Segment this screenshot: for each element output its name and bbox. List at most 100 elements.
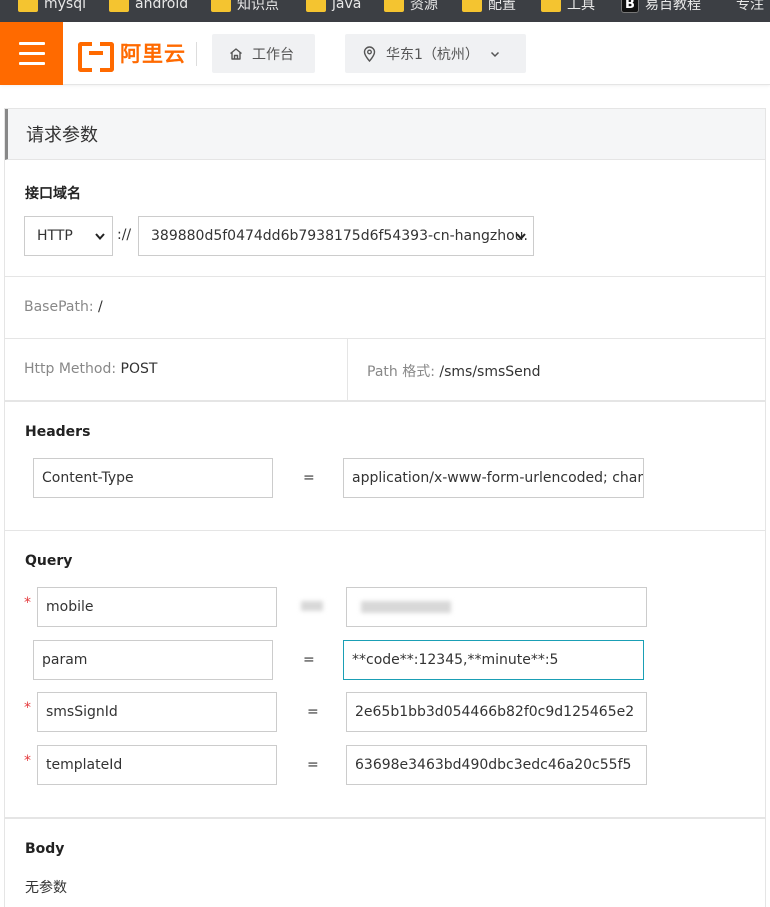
aliyun-logo-icon: [78, 42, 114, 72]
protocol-separator: ://: [117, 227, 132, 243]
query-key-value: mobile: [46, 599, 94, 615]
divider: [5, 400, 765, 402]
query-key-input-param[interactable]: param: [33, 640, 273, 680]
top-nav: 阿里云 工作台 华东1（杭州）: [0, 22, 770, 85]
folder-icon: [109, 0, 129, 12]
folder-icon: [211, 0, 231, 12]
body-section-title: Body: [25, 841, 65, 857]
chevron-down-icon: [515, 230, 527, 242]
equals-sign: =: [307, 757, 319, 773]
basepath-info: BasePath: /: [24, 299, 103, 315]
folder-icon: [18, 0, 38, 12]
query-key-input-mobile[interactable]: mobile: [37, 587, 277, 627]
header-key-input[interactable]: Content-Type: [33, 458, 273, 498]
panel-title: 请求参数: [5, 109, 765, 160]
workbench-button[interactable]: 工作台: [212, 34, 315, 73]
bookmark-knowledge[interactable]: 知识点: [211, 0, 279, 16]
bookmark-focus[interactable]: 专注: [736, 0, 764, 16]
hamburger-icon: [19, 42, 45, 45]
protocol-select[interactable]: HTTP: [24, 216, 113, 256]
bookmark-label: 易百教程: [645, 0, 701, 13]
folder-icon: [384, 0, 404, 12]
query-key-input-smssignid[interactable]: smsSignId: [37, 692, 277, 732]
brand-logo[interactable]: 阿里云: [78, 38, 186, 72]
bookmark-resources[interactable]: 资源: [384, 0, 438, 16]
domain-section-title: 接口域名: [25, 186, 81, 202]
folder-icon: [462, 0, 482, 12]
path-format-value: /sms/smsSend: [439, 364, 541, 380]
chevron-down-icon: [94, 230, 106, 242]
query-value-input-param[interactable]: **code**:12345,**minute**:5: [343, 640, 644, 680]
equals-sign: =: [303, 470, 315, 486]
query-key-value: param: [42, 652, 88, 668]
http-method-info: Http Method: POST: [24, 361, 157, 377]
bookmark-java[interactable]: java: [306, 0, 361, 16]
bookmark-label: mysql: [44, 0, 86, 12]
query-value-text: 63698e3463bd490dbc3edc46a20c55f5: [355, 757, 632, 773]
bookmark-tools[interactable]: 工具: [541, 0, 595, 16]
redacted-value: [361, 601, 451, 613]
bookmark-config[interactable]: 配置: [462, 0, 516, 16]
bookmark-label: 专注: [736, 0, 764, 13]
divider: [5, 530, 765, 531]
query-key-value: templateId: [46, 757, 123, 773]
query-value-input-smssignid[interactable]: 2e65b1bb3d054466b82f0c9d125465e2: [346, 692, 647, 732]
equals-sign: =: [303, 652, 315, 668]
brand-name: 阿里云: [120, 42, 186, 66]
chevron-down-icon: [489, 48, 501, 60]
region-selector[interactable]: 华东1（杭州）: [345, 34, 526, 73]
home-icon: [229, 47, 243, 61]
path-format-label: Path 格式:: [367, 364, 435, 380]
bookmark-mysql[interactable]: mysql: [18, 0, 86, 16]
bookmark-label: 配置: [488, 0, 516, 13]
header-value-input[interactable]: application/x-www-form-urlencoded; chars: [343, 458, 644, 498]
divider: [5, 276, 765, 277]
bookmark-android[interactable]: android: [109, 0, 188, 16]
header-key-value: Content-Type: [42, 470, 134, 486]
equals-sign: =: [307, 704, 319, 720]
bookmark-yibai[interactable]: B 易百教程: [621, 0, 701, 16]
query-key-value: smsSignId: [46, 704, 118, 720]
b-logo-icon: B: [621, 0, 639, 13]
folder-icon: [541, 0, 561, 12]
request-params-panel: 请求参数 接口域名 HTTP :// 389880d5f0474dd6b7938…: [4, 108, 766, 907]
domain-select[interactable]: 389880d5f0474dd6b7938175d6f54393-cn-hang…: [138, 216, 534, 256]
divider-vertical: [347, 339, 348, 401]
basepath-label: BasePath:: [24, 299, 94, 315]
bookmark-label: 工具: [567, 0, 595, 13]
query-value-input-templateid[interactable]: 63698e3463bd490dbc3edc46a20c55f5: [346, 745, 647, 785]
http-method-value: POST: [120, 361, 158, 377]
http-method-label: Http Method:: [24, 361, 117, 377]
bookmark-label: java: [332, 0, 362, 12]
divider: [5, 338, 765, 339]
query-value-input-mobile[interactable]: [346, 587, 647, 627]
bookmark-label: 资源: [410, 0, 438, 13]
location-pin-icon: [363, 45, 376, 62]
path-format-info: Path 格式: /sms/smsSend: [367, 361, 541, 381]
hamburger-icon: [19, 62, 45, 65]
bookmarks-bar: mysql android 知识点 java 资源 配置 工具 B 易百教程 专注: [0, 0, 770, 22]
required-mark: *: [24, 700, 31, 716]
nav-divider: [196, 42, 197, 66]
required-mark: *: [24, 753, 31, 769]
query-value-text: **code**:12345,**minute**:5: [352, 652, 559, 668]
headers-section-title: Headers: [25, 424, 91, 440]
region-label: 华东1（杭州）: [386, 46, 479, 63]
menu-button[interactable]: [0, 22, 63, 85]
hamburger-icon: [19, 52, 45, 55]
domain-value: 389880d5f0474dd6b7938175d6f54393-cn-hang…: [151, 228, 528, 244]
workbench-label: 工作台: [252, 46, 294, 63]
redacted-equals: [301, 601, 323, 611]
divider: [5, 817, 765, 819]
protocol-value: HTTP: [37, 228, 73, 244]
folder-icon: [306, 0, 326, 12]
query-value-text: 2e65b1bb3d054466b82f0c9d125465e2: [355, 704, 635, 720]
query-key-input-templateid[interactable]: templateId: [37, 745, 277, 785]
basepath-value: /: [98, 299, 103, 315]
query-section-title: Query: [25, 553, 73, 569]
bookmark-label: android: [135, 0, 189, 12]
required-mark: *: [24, 595, 31, 611]
header-value-text: application/x-www-form-urlencoded; chars: [352, 470, 644, 486]
body-empty-text: 无参数: [25, 880, 67, 896]
bookmark-label: 知识点: [237, 0, 279, 13]
